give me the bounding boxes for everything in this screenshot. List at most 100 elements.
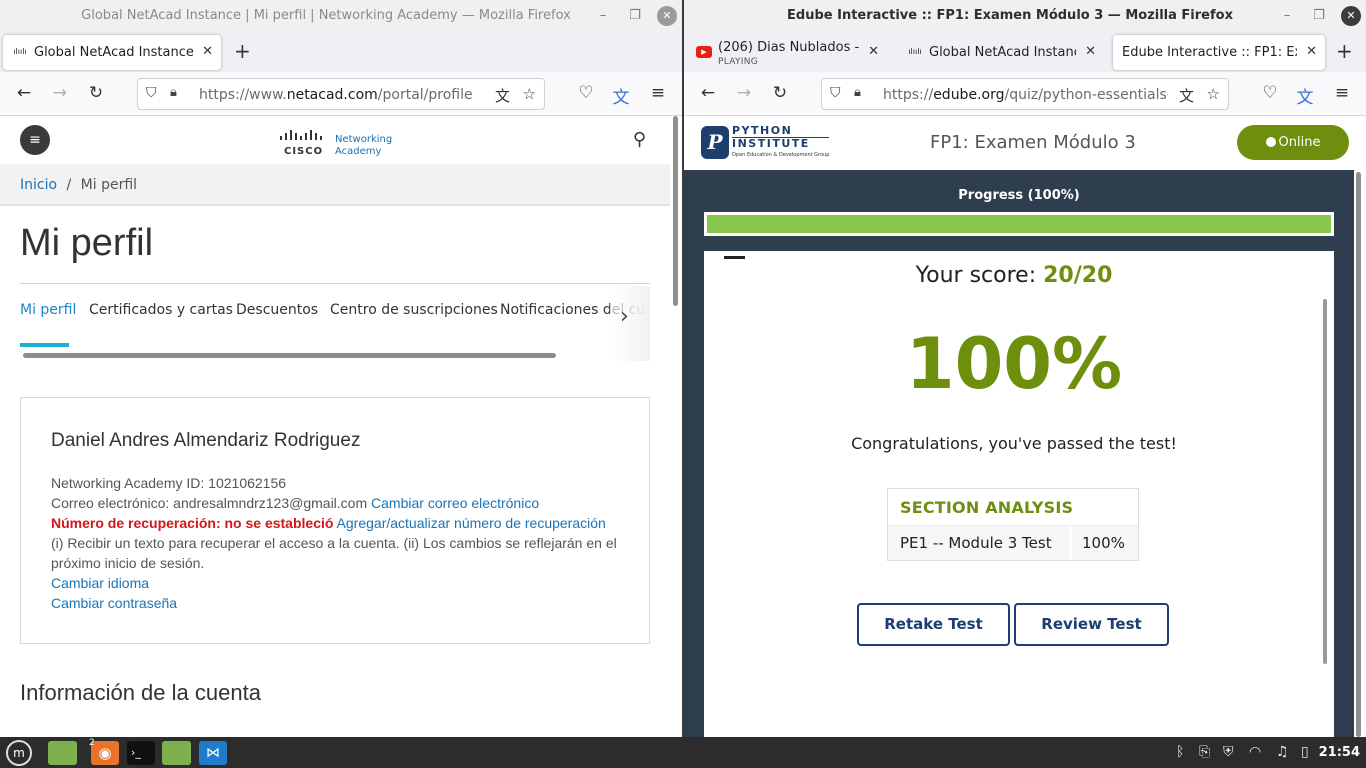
forward-icon[interactable]: → <box>733 83 755 103</box>
review-test-button[interactable]: Review Test <box>1014 603 1169 646</box>
clipboard-icon[interactable]: ⎘ <box>1199 744 1210 760</box>
close-icon[interactable]: ✕ <box>657 6 677 26</box>
bluetooth-icon[interactable]: ᛒ <box>1176 744 1184 760</box>
logo-tagline: Open Education & Development Group <box>732 152 830 158</box>
recovery-line: Número de recuperación: no se estableció… <box>51 513 631 533</box>
status-label: Online <box>1278 135 1321 150</box>
new-tab-icon[interactable]: + <box>234 39 251 63</box>
tabs-scrollbar[interactable] <box>23 353 556 358</box>
close-icon[interactable]: ✕ <box>1341 6 1361 26</box>
cisco-icon: ılıılı <box>908 47 922 56</box>
bookmark-star-icon[interactable]: ☆ <box>523 85 536 103</box>
percent-score: 100% <box>905 323 1123 405</box>
show-desktop-icon[interactable] <box>48 741 77 765</box>
edube-header: P PYTHON INSTITUTE Open Education & Deve… <box>684 116 1366 170</box>
minimize-icon[interactable]: – <box>593 6 613 26</box>
tab-descuentos[interactable]: Descuentos <box>236 302 318 318</box>
files-icon[interactable] <box>162 741 191 765</box>
music-icon[interactable]: ♫ <box>1276 744 1289 760</box>
close-tab-icon[interactable]: ✕ <box>1306 44 1317 59</box>
recovery-number-link[interactable]: Agregar/actualizar número de recuperació… <box>337 515 606 531</box>
menu-icon[interactable]: ≡ <box>1331 83 1353 103</box>
battery-icon[interactable]: ▯ <box>1301 744 1309 760</box>
translate-icon[interactable]: 文 <box>495 85 510 106</box>
edube-page: P PYTHON INSTITUTE Open Education & Deve… <box>684 116 1366 737</box>
chevron-right-icon[interactable]: › <box>620 304 629 329</box>
tab-netacad[interactable]: ılıılı Global NetAcad Instance | Mi perf… <box>898 35 1104 70</box>
tab-certificados[interactable]: Certificados y cartas <box>89 302 233 318</box>
tab-label: Edube Interactive :: FP1: Examen Módulo … <box>1122 45 1297 60</box>
close-tab-icon[interactable]: ✕ <box>868 44 879 59</box>
menu-toggle-icon[interactable] <box>724 256 745 259</box>
results-panel: Your score: 20/20 100% Congratulations, … <box>704 251 1334 737</box>
taskbar: m ◉ 2 ›_ ⋈ ᛒ ⎘ ⛨ ◠ ♫ ▯ 21:54 <box>0 737 1366 768</box>
tab-edube[interactable]: Edube Interactive :: FP1: Examen Módulo … <box>1113 35 1325 70</box>
score-value: 20/20 <box>1043 263 1113 288</box>
firefox-icon[interactable]: ◉ <box>91 741 119 765</box>
shield-update-icon[interactable]: ⛨ <box>1223 744 1234 760</box>
page-scrollbar[interactable] <box>1356 172 1361 737</box>
tab-label: Global NetAcad Instance | Mi perfil <box>929 45 1076 60</box>
forward-icon[interactable]: → <box>49 83 71 103</box>
new-tab-icon[interactable]: + <box>1336 39 1353 63</box>
section-score: 100% <box>1072 526 1138 560</box>
online-status-badge[interactable]: Online <box>1237 125 1349 160</box>
hamburger-menu-icon[interactable]: ≡ <box>20 125 50 155</box>
pocket-icon[interactable]: ♡ <box>575 83 597 103</box>
close-tab-icon[interactable]: ✕ <box>1085 44 1096 59</box>
cisco-bars-icon <box>280 130 322 140</box>
change-password-link[interactable]: Cambiar contraseña <box>51 595 177 611</box>
profile-name: Daniel Andres Almendariz Rodriguez <box>51 430 361 451</box>
section-name: PE1 -- Module 3 Test <box>888 526 1072 560</box>
clock[interactable]: 21:54 <box>1319 745 1360 760</box>
lock-icon[interactable]: 🔒︎ <box>854 85 861 100</box>
profile-details: Networking Academy ID: 1021062156 Correo… <box>51 473 631 613</box>
maximize-icon[interactable]: ❐ <box>625 6 645 26</box>
pocket-icon[interactable]: ♡ <box>1259 83 1281 103</box>
wifi-icon[interactable]: ◠ <box>1249 744 1261 760</box>
url-text[interactable]: https://edube.org/quiz/python-essentials… <box>883 87 1168 103</box>
translate-extension-icon[interactable]: 文 <box>610 83 632 108</box>
reload-icon[interactable]: ↻ <box>769 83 791 103</box>
python-institute-logo-icon[interactable]: P <box>701 126 729 159</box>
menu-icon[interactable]: ≡ <box>647 83 669 103</box>
tab-netacad-profile[interactable]: ılıılı Global NetAcad Instance | Mi perf… <box>3 35 221 70</box>
page-title: FP1: Examen Módulo 3 <box>930 132 1136 153</box>
terminal-icon[interactable]: ›_ <box>127 741 155 765</box>
mint-menu-icon[interactable]: m <box>6 740 32 766</box>
change-language-link[interactable]: Cambiar idioma <box>51 575 149 591</box>
minimize-icon[interactable]: – <box>1277 6 1297 26</box>
tab-youtube[interactable]: ▶ (206) Dias Nublados - YouTube PLAYING … <box>687 35 887 70</box>
search-icon[interactable]: ⚲ <box>633 129 646 150</box>
networking-academy-wordmark: Networking Academy <box>335 134 393 157</box>
back-icon[interactable]: ← <box>697 83 719 103</box>
shield-icon[interactable]: ⛉ <box>146 85 157 101</box>
back-icon[interactable]: ← <box>13 83 35 103</box>
address-bar[interactable]: ⛉ 🔒︎ https://www.netacad.com/portal/prof… <box>137 78 545 110</box>
tab-mi-perfil[interactable]: Mi perfil <box>20 302 76 318</box>
python-institute-logo[interactable]: PYTHON INSTITUTE Open Education & Develo… <box>732 125 830 158</box>
breadcrumb-home-link[interactable]: Inicio <box>20 177 57 193</box>
page-scrollbar[interactable] <box>673 116 678 306</box>
address-bar[interactable]: ⛉ 🔒︎ https://edube.org/quiz/python-essen… <box>821 78 1229 110</box>
congrats-message: Congratulations, you've passed the test! <box>851 434 1177 453</box>
change-email-link[interactable]: Cambiar correo electrónico <box>371 495 539 511</box>
translate-icon[interactable]: 文 <box>1179 85 1194 106</box>
maximize-icon[interactable]: ❐ <box>1309 6 1329 26</box>
shield-icon[interactable]: ⛉ <box>830 85 841 101</box>
left-window-title: Global NetAcad Instance | Mi perfil | Ne… <box>81 8 571 23</box>
vscode-icon[interactable]: ⋈ <box>199 741 227 765</box>
lock-icon[interactable]: 🔒︎ <box>170 85 177 100</box>
bookmark-star-icon[interactable]: ☆ <box>1207 85 1220 103</box>
close-tab-icon[interactable]: ✕ <box>202 44 213 59</box>
retake-test-button[interactable]: Retake Test <box>857 603 1010 646</box>
progress-label: Progress (100%) <box>958 188 1080 203</box>
firefox-window-count: 2 <box>89 738 95 748</box>
left-title-bar: Global NetAcad Instance | Mi perfil | Ne… <box>0 0 682 32</box>
tabs-divider <box>20 283 650 284</box>
url-text[interactable]: https://www.netacad.com/portal/profile <box>199 87 484 103</box>
translate-extension-icon[interactable]: 文 <box>1294 83 1316 108</box>
panel-scrollbar[interactable] <box>1323 299 1327 664</box>
tab-suscripciones[interactable]: Centro de suscripciones <box>330 302 498 318</box>
reload-icon[interactable]: ↻ <box>85 83 107 103</box>
